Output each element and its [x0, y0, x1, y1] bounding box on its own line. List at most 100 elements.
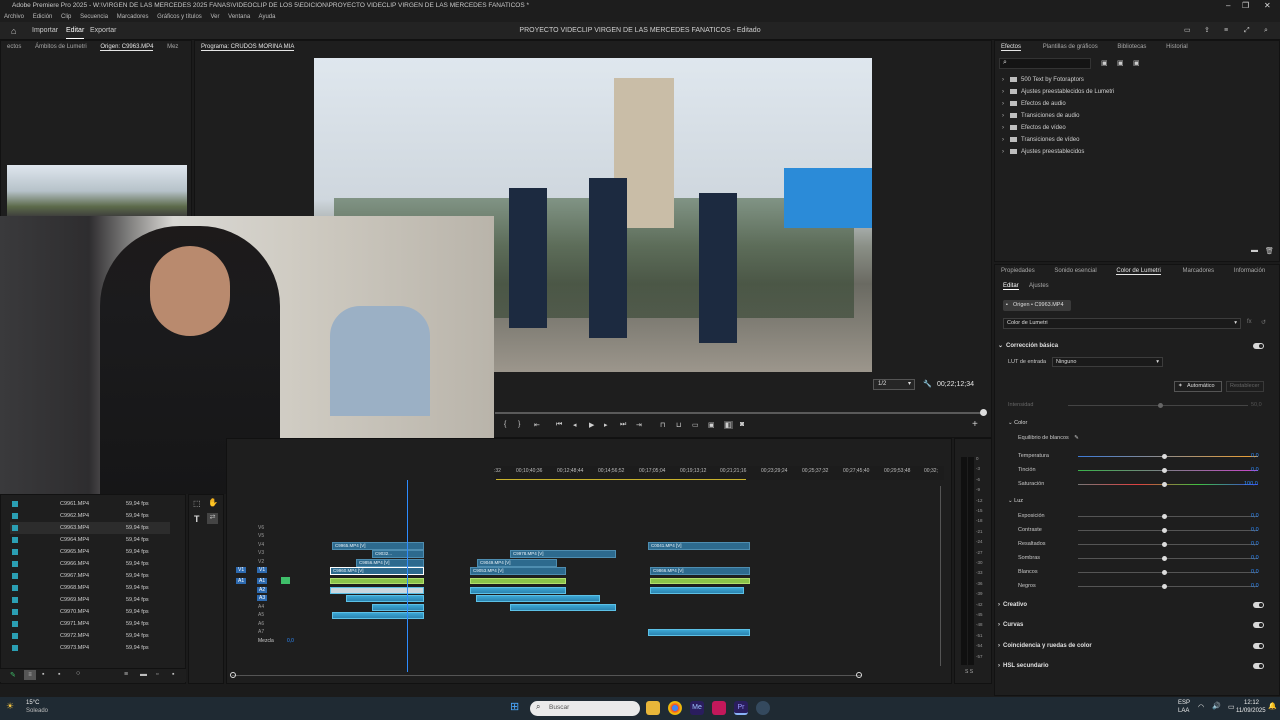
work-area-bar[interactable]: [496, 479, 746, 480]
ripple-tool-icon[interactable]: ⇄: [207, 513, 218, 524]
audio-clip[interactable]: [510, 604, 616, 611]
timeline-clip[interactable]: C9053.MP4 [V]: [470, 567, 566, 575]
type-tool-icon[interactable]: T: [194, 514, 200, 524]
effects-item-presets[interactable]: › Ajustes preestablecidos: [1002, 146, 1084, 158]
slider-knob[interactable]: [1162, 570, 1167, 575]
contrast-slider[interactable]: [1078, 528, 1258, 533]
highlights-slider[interactable]: [1078, 542, 1258, 547]
list-view-icon[interactable]: ≡: [24, 670, 36, 680]
tab-mezclador-partial[interactable]: Mez: [167, 44, 178, 50]
reset-effect-icon[interactable]: ↺: [1261, 319, 1266, 326]
share-icon[interactable]: ⇪: [1204, 22, 1210, 40]
menu-ventana[interactable]: Ventana: [228, 14, 250, 20]
section-creative[interactable]: › Creativo: [998, 599, 1268, 611]
mix-value[interactable]: 0,0: [287, 638, 294, 644]
play-icon[interactable]: ▶: [589, 421, 594, 429]
app-icon[interactable]: [712, 701, 726, 715]
slider-knob[interactable]: [1162, 542, 1167, 547]
notification-bell-icon[interactable]: 🔔: [1268, 702, 1277, 710]
audio-clip-selected[interactable]: [330, 578, 424, 584]
audio-clip[interactable]: [330, 587, 424, 594]
tab-historial[interactable]: Historial: [1166, 44, 1188, 50]
premiere-pro-icon[interactable]: Pr: [734, 701, 748, 715]
lift-icon[interactable]: ⊓: [660, 421, 665, 429]
tab-efectos-partial[interactable]: ectos: [7, 44, 21, 50]
pencil-icon[interactable]: ✎: [10, 671, 16, 679]
tab-informacion[interactable]: Información: [1234, 268, 1265, 274]
list-item[interactable]: C9972.MP4 59,94 fps: [10, 630, 170, 642]
whites-slider[interactable]: [1078, 570, 1258, 575]
eyedropper-icon[interactable]: ✎: [1074, 435, 1079, 441]
timeline-clip[interactable]: C9856.MP4 [V]: [356, 559, 424, 567]
close-button[interactable]: ✕: [1264, 0, 1271, 12]
list-item[interactable]: C9973.MP4 59,94 fps: [10, 642, 170, 654]
audio-clip[interactable]: [648, 629, 750, 636]
tab-efectos[interactable]: Efectos: [1001, 44, 1022, 51]
track-a2[interactable]: A2: [257, 587, 268, 593]
track-a7[interactable]: A7: [258, 629, 264, 635]
audio-clip-selected[interactable]: [650, 578, 750, 584]
section-curves[interactable]: › Curvas: [998, 619, 1268, 631]
menu-icon[interactable]: ≡: [1224, 22, 1228, 40]
minimize-button[interactable]: –: [1226, 0, 1230, 12]
tint-slider[interactable]: [1078, 468, 1258, 473]
track-v4[interactable]: V4: [258, 542, 264, 548]
language-indicator[interactable]: ESP: [1178, 700, 1190, 706]
intensity-slider[interactable]: [1068, 403, 1248, 408]
timeline-clip[interactable]: C9866.MP4 [V]: [650, 567, 750, 575]
slider-knob[interactable]: [1162, 468, 1167, 473]
file-explorer-icon[interactable]: [646, 701, 660, 715]
track-v3[interactable]: V3: [258, 550, 264, 556]
subtab-editar[interactable]: Editar: [1003, 283, 1019, 290]
source-patch-a1[interactable]: A1: [236, 578, 247, 584]
color-wheels-toggle[interactable]: [1253, 643, 1264, 649]
list-item[interactable]: C9961.MP4 59,94 fps: [10, 498, 170, 510]
list-item[interactable]: C9968.MP4 59,94 fps: [10, 582, 170, 594]
section-color-wheels[interactable]: › Coincidencia y ruedas de color: [998, 640, 1268, 652]
delete-icon[interactable]: 🗑: [1265, 247, 1274, 255]
menu-graficos[interactable]: Gráficos y títulos: [157, 14, 202, 20]
menu-archivo[interactable]: Archivo: [4, 14, 24, 20]
color-subsection[interactable]: ⌄ Color: [1008, 418, 1027, 428]
effects-item-audio-effects[interactable]: › Efectos de audio: [1002, 98, 1066, 110]
tab-importar[interactable]: Importar: [32, 22, 58, 40]
audio-clip[interactable]: [372, 604, 424, 611]
selection-tool-icon[interactable]: ⬚: [193, 499, 201, 508]
solo-button[interactable]: [281, 577, 290, 584]
icon-view-icon[interactable]: ▪: [42, 671, 44, 678]
track-a1[interactable]: A1: [257, 578, 268, 584]
list-item[interactable]: C9966.MP4 59,94 fps: [10, 558, 170, 570]
list-item[interactable]: C9965.MP4 59,94 fps: [10, 546, 170, 558]
saturation-slider[interactable]: [1078, 482, 1258, 487]
menu-marcadores[interactable]: Marcadores: [117, 14, 149, 20]
audio-clip[interactable]: [332, 612, 424, 619]
insert-icon[interactable]: ▭: [692, 421, 699, 429]
lut-select[interactable]: Ninguno ▾: [1052, 357, 1163, 367]
add-button-icon[interactable]: +: [972, 419, 978, 430]
basic-correction-toggle[interactable]: [1253, 343, 1264, 349]
32bit-effects-icon[interactable]: ▣: [1117, 59, 1124, 67]
track-a6[interactable]: A6: [258, 621, 264, 627]
camera-icon[interactable]: ◙: [740, 421, 744, 428]
home-icon[interactable]: ⌂: [11, 22, 16, 40]
slider-knob[interactable]: [1162, 514, 1167, 519]
tab-sonido-esencial[interactable]: Sonido esencial: [1054, 268, 1096, 274]
list-item[interactable]: C9967.MP4 59,94 fps: [10, 570, 170, 582]
curves-toggle[interactable]: [1253, 622, 1264, 628]
workspace-icon[interactable]: ▭: [1184, 22, 1191, 40]
battery-icon[interactable]: ▭: [1228, 703, 1235, 711]
menu-edicion[interactable]: Edición: [33, 14, 53, 20]
fullscreen-icon[interactable]: ⤢: [1244, 22, 1250, 40]
reset-button[interactable]: Restablecer: [1226, 381, 1264, 392]
menu-secuencia[interactable]: Secuencia: [80, 14, 108, 20]
menu-ayuda[interactable]: Ayuda: [259, 14, 276, 20]
wifi-icon[interactable]: ◠: [1198, 703, 1204, 711]
source-patch-v1[interactable]: V1: [236, 567, 247, 573]
timeline-vertical-scroll[interactable]: [940, 486, 941, 666]
folder-icon[interactable]: ▬: [140, 671, 147, 678]
audio-clip[interactable]: [476, 595, 600, 602]
timeline-clip[interactable]: C9049.MP4 [V]: [477, 559, 557, 567]
clock-time[interactable]: 12:12: [1244, 700, 1259, 706]
tab-bibliotecas[interactable]: Bibliotecas: [1117, 44, 1146, 50]
tab-programa[interactable]: Programa: CRUDOS MORINA MIA: [201, 44, 295, 51]
